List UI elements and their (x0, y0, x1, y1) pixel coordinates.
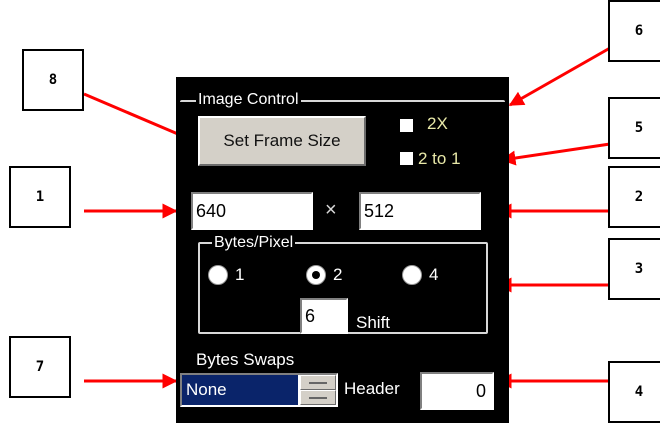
radio-4-label: 4 (429, 265, 439, 284)
bytes-swaps-select[interactable]: None (180, 373, 338, 407)
bytes-swaps-value: None (182, 375, 298, 405)
callout-8: 8 (22, 49, 84, 111)
callout-4: 4 (608, 361, 660, 423)
checkbox-2to1[interactable] (400, 152, 413, 165)
callout-5: 5 (608, 97, 660, 159)
radio-4[interactable] (402, 265, 422, 285)
radio-2-label: 2 (333, 265, 343, 284)
radio-2-selected-dot (312, 271, 320, 279)
callout-1: 1 (9, 166, 71, 228)
callout-6: 6 (608, 0, 660, 62)
header-input[interactable]: 0 (420, 372, 494, 410)
checkbox-2x[interactable] (400, 119, 413, 132)
callout-3: 3 (608, 238, 660, 300)
arrow-6 (508, 46, 611, 107)
image-control-title: Image Control (196, 91, 301, 109)
checkbox-2to1-label: 2 to 1 (418, 149, 461, 168)
bytes-per-pixel-title: Bytes/Pixel (212, 234, 296, 252)
callout-2: 2 (608, 166, 660, 228)
radio-1-label: 1 (235, 265, 245, 284)
width-input[interactable]: 640 (191, 192, 313, 230)
spin-down-button[interactable] (300, 390, 336, 405)
shift-input[interactable]: 6 (300, 298, 348, 334)
bytes-swaps-spinner[interactable] (300, 375, 336, 405)
radio-2[interactable] (306, 265, 326, 285)
callout-7: 7 (9, 336, 71, 398)
radio-1[interactable] (208, 265, 228, 285)
times-symbol: × (325, 199, 337, 221)
spin-up-button[interactable] (300, 375, 336, 390)
height-input[interactable]: 512 (359, 192, 481, 230)
arrow-5 (500, 142, 611, 166)
shift-label: Shift (356, 313, 391, 332)
header-label: Header (344, 379, 400, 398)
set-frame-size-button[interactable]: Set Frame Size (198, 116, 366, 166)
image-control-panel: Image Control Set Frame Size 2X 2 to 1 6… (176, 77, 509, 423)
checkbox-2x-label: 2X (427, 114, 448, 133)
bytes-swaps-label: Bytes Swaps (196, 350, 295, 369)
